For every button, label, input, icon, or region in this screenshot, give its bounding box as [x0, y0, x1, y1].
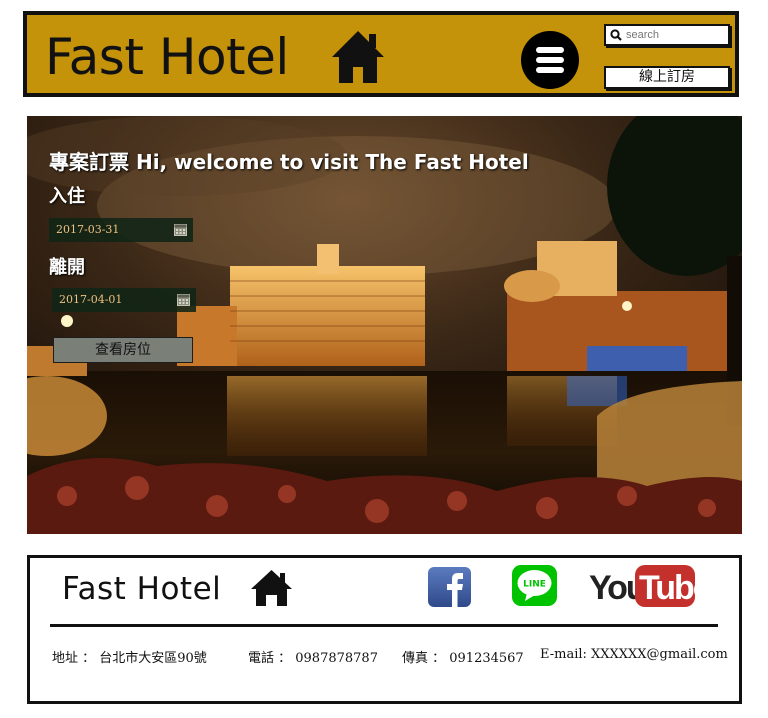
checkout-label: 離開 — [49, 257, 85, 278]
home-icon[interactable] — [331, 29, 385, 85]
address-text: 地址 ： 台北市大安區90號 — [52, 651, 207, 666]
search-icon — [610, 29, 622, 41]
footer-divider — [50, 624, 718, 627]
facebook-icon[interactable] — [427, 566, 472, 608]
checkin-label: 入住 — [49, 186, 85, 207]
calendar-icon[interactable] — [177, 293, 190, 306]
checkout-date-field[interactable]: 2017-04-01 — [52, 288, 196, 312]
line-logo-text: LINE — [523, 580, 546, 590]
check-availability-button[interactable]: 查看房位 — [53, 337, 193, 363]
online-booking-button[interactable]: 線上訂房 — [604, 66, 730, 89]
menu-icon[interactable] — [521, 31, 579, 89]
search-input[interactable] — [626, 27, 726, 43]
footer-brand-text[interactable]: Fast Hotel — [62, 571, 221, 607]
brand-logo-text[interactable]: Fast Hotel — [45, 29, 289, 85]
fax-text: 傳真 ： 091234567 — [402, 651, 524, 666]
phone-text: 電話 ： 0987878787 — [248, 651, 378, 666]
hero-title: 專案訂票 Hi, welcome to visit The Fast Hotel — [49, 150, 529, 174]
hero-banner: 專案訂票 Hi, welcome to visit The Fast Hotel… — [27, 116, 742, 534]
hotel-night-photo — [27, 116, 742, 534]
search-box[interactable] — [604, 24, 730, 46]
youtube-tube-text: Tube — [639, 569, 696, 607]
email-text[interactable]: E-mail: XXXXXX@gmail.com — [540, 647, 728, 662]
youtube-icon[interactable]: You Tube — [589, 563, 696, 609]
site-footer: Fast Hotel LINE You Tube 地址 ： 台北市大安區90號 … — [27, 555, 742, 704]
checkin-date-value: 2017-03-31 — [56, 223, 120, 236]
contact-info: 地址 ： 台北市大安區90號 電話 ： 0987878787 傳真 ： 0912… — [52, 647, 742, 666]
checkin-date-field[interactable]: 2017-03-31 — [49, 218, 193, 242]
home-icon[interactable] — [250, 569, 293, 607]
site-header: Fast Hotel 線上訂房 — [23, 11, 739, 97]
line-icon[interactable]: LINE — [511, 564, 558, 607]
calendar-icon[interactable] — [174, 223, 187, 236]
checkout-date-value: 2017-04-01 — [59, 293, 123, 306]
